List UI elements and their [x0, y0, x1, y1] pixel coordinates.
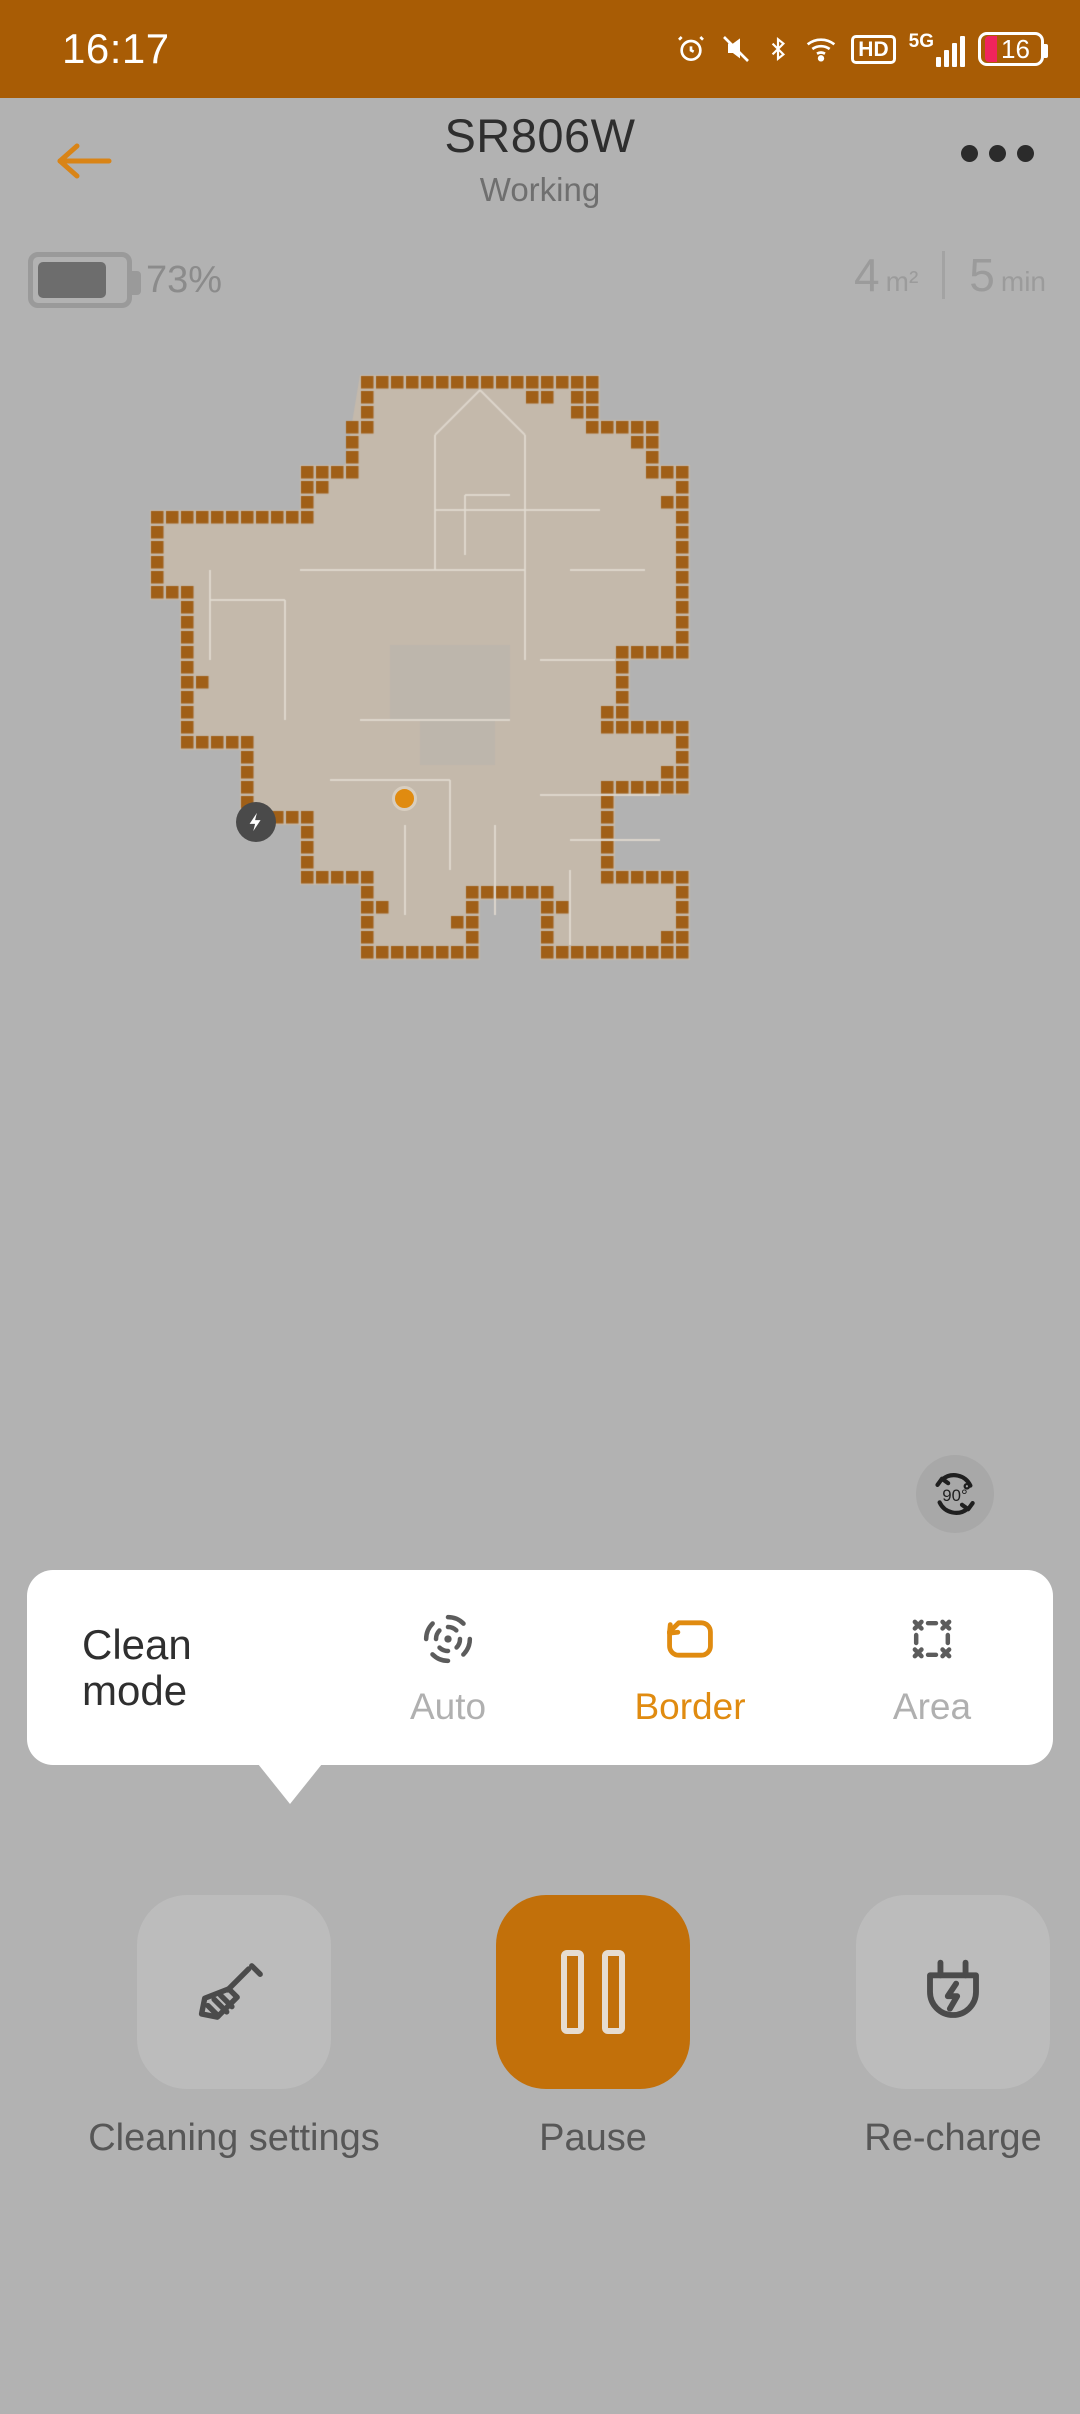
broom-icon — [198, 1963, 263, 2020]
clean-mode-label-auto: Auto — [409, 1685, 487, 1727]
pause-label: Pause — [539, 2117, 647, 2159]
battery-level-icon — [28, 252, 141, 308]
pause-icon-bar — [602, 1950, 625, 2034]
auto-clean-icon — [417, 1608, 479, 1670]
battery-fill — [985, 36, 998, 62]
overflow-menu-icon-dot — [1016, 144, 1034, 162]
clean-mode-label-area: Area — [892, 1685, 972, 1727]
overflow-menu-icon-dot — [988, 144, 1006, 162]
page-title: SR806W — [444, 109, 636, 162]
status-bar-clock: 16:17 — [62, 25, 170, 72]
rotate-90-icon: 90° — [935, 1473, 975, 1515]
robot-position-dot — [392, 786, 417, 811]
pause-icon-bar — [561, 1950, 584, 2034]
overflow-menu-button[interactable] — [954, 120, 1040, 186]
clean-mode-card: Clean mode Auto Border Area — [27, 1570, 1053, 1765]
battery-percent-label: 73% — [146, 258, 223, 301]
battery-level-label: 16 — [1001, 33, 1030, 64]
clean-mode-title-line1: Clean — [82, 1621, 192, 1669]
clean-mode-option-auto[interactable]: Auto — [327, 1608, 569, 1728]
mute-icon — [720, 33, 752, 65]
hd-icon: HD — [851, 34, 896, 64]
time-value: 5 — [969, 249, 995, 301]
area-value: 4 — [854, 249, 880, 301]
map-canvas[interactable] — [0, 330, 1080, 1400]
clean-mode-title-line2: mode — [82, 1666, 188, 1714]
pause-icon — [561, 1950, 625, 2034]
signal-bars — [936, 35, 965, 67]
area-unit: m² — [885, 266, 919, 297]
header-title-group: SR806W Working — [0, 108, 1080, 209]
lightning-bolt-icon — [249, 812, 261, 832]
app-root: 16:17 HD 5G 16 SR806W Working 73% 4 m² 5… — [0, 0, 1080, 2414]
time-unit: min — [1000, 266, 1046, 297]
cleaning-stats: 4 m² 5 min — [854, 248, 1046, 302]
plug-icon — [927, 1959, 979, 2018]
cleaning-map[interactable] — [0, 330, 1080, 1400]
clean-mode-title: Clean mode — [27, 1622, 327, 1713]
rotate-map-button[interactable]: 90° — [916, 1455, 994, 1533]
pause-button-surface[interactable] — [496, 1895, 690, 2089]
status-bar-icons: HD 5G 16 — [675, 32, 1048, 67]
stats-divider — [942, 251, 946, 299]
signal-icon: 5G — [909, 32, 965, 67]
area-clean-icon — [903, 1608, 961, 1670]
recharge-label: Re-charge — [864, 2117, 1042, 2159]
cleaning-settings-button-surface[interactable] — [137, 1895, 331, 2089]
overflow-menu-icon-dot — [960, 144, 978, 162]
border-clean-icon — [659, 1608, 721, 1670]
network-type-label: 5G — [908, 30, 934, 52]
recharge-button-surface[interactable] — [856, 1895, 1050, 2089]
battery-status: 73% — [28, 252, 222, 308]
alarm-icon — [675, 33, 707, 65]
app-header: SR806W Working — [0, 98, 1080, 228]
control-bar: Cleaning settings Pause Re-charge — [0, 1895, 1080, 2315]
charging-dock-icon — [236, 802, 276, 842]
stats-row: 73% 4 m² 5 min — [0, 249, 1080, 322]
clean-mode-option-border[interactable]: Border — [569, 1608, 811, 1728]
rotate-degree-label: 90° — [942, 1486, 967, 1505]
clean-mode-label-border: Border — [634, 1685, 746, 1727]
device-status-text: Working — [479, 171, 601, 208]
battery-icon: 16 — [978, 32, 1048, 66]
cleaning-settings-label: Cleaning settings — [88, 2117, 380, 2159]
clean-mode-card-pointer — [258, 1764, 322, 1804]
wifi-icon — [804, 33, 838, 65]
status-bar: 16:17 HD 5G 16 — [0, 0, 1080, 98]
bluetooth-icon — [765, 33, 791, 65]
clean-mode-option-area[interactable]: Area — [811, 1608, 1053, 1728]
recharge-button[interactable]: Re-charge — [803, 1895, 1080, 2160]
cleaning-settings-button[interactable]: Cleaning settings — [84, 1895, 384, 2160]
pause-button[interactable]: Pause — [443, 1895, 743, 2160]
